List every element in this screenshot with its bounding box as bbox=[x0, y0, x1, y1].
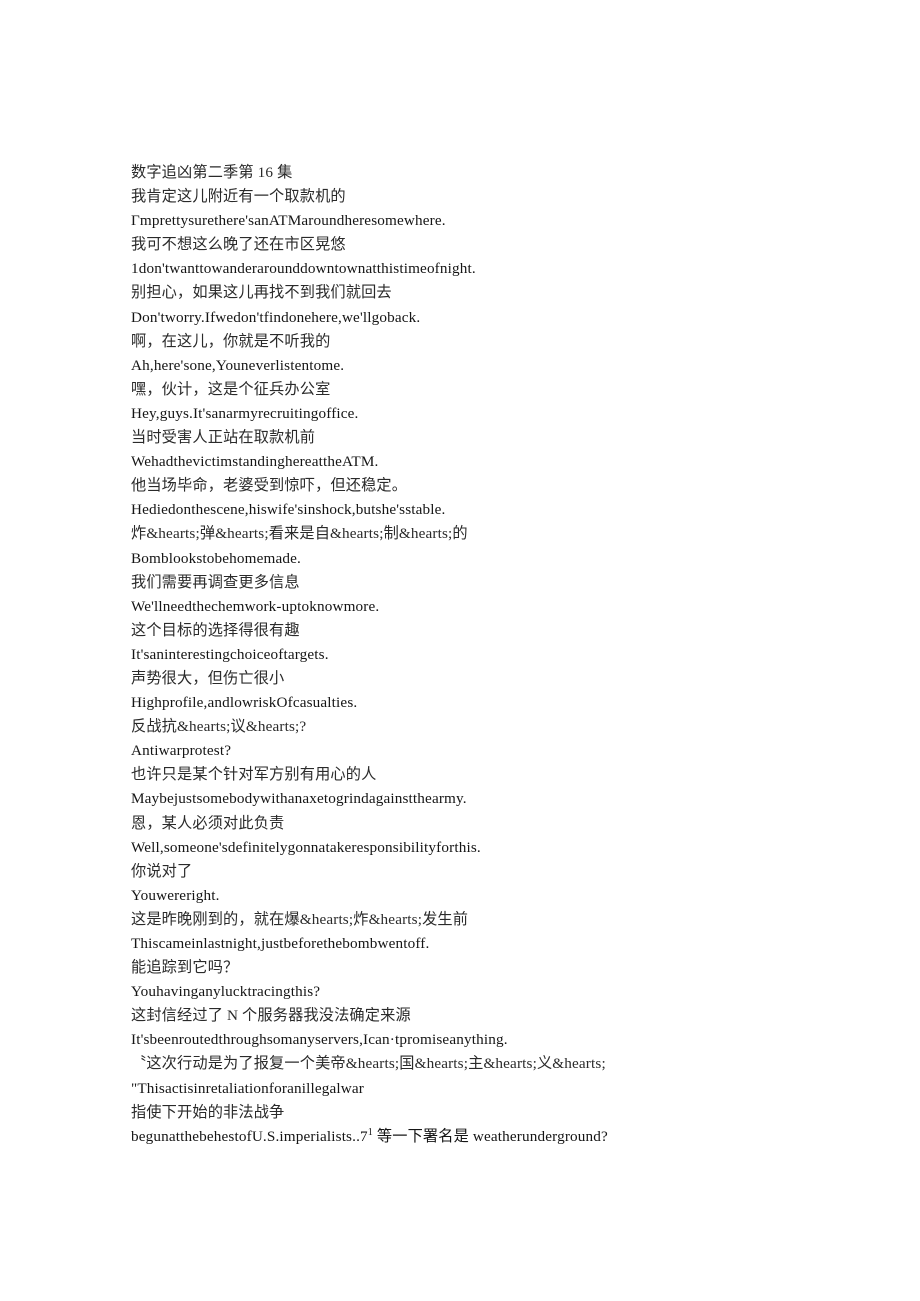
subtitle-line-cn-1: 我肯定这儿附近有一个取款机的 bbox=[131, 188, 346, 206]
subtitle-line-cn-13: 也许只是某个针对军方别有用心的人 bbox=[131, 766, 377, 784]
subtitle-line-cn-15: 你说对了 bbox=[131, 862, 193, 880]
subtitle-line-cn-16: 这是昨晚刚到的，就在爆&hearts;炸&hearts;发生前 bbox=[131, 910, 469, 928]
subtitle-line-en-17: Youhavinganylucktracingthis? bbox=[131, 983, 321, 1001]
subtitle-line-cn-9: 我们需要再调查更多信息 bbox=[131, 573, 300, 591]
subtitle-line-cn-12: 反战抗&hearts;议&hearts;? bbox=[131, 718, 307, 736]
subtitle-line-en-5: Hey,guys.It'sanarmyrecruitingoffice. bbox=[131, 404, 359, 422]
subtitle-line-en-14: Well,someone'sdefinitelygonnatakerespons… bbox=[131, 838, 481, 856]
subtitle-line-cn-18: 这封信经过了 N 个服务器我没法确定来源 bbox=[131, 1007, 411, 1025]
subtitle-line-en-13: Maybejustsomebodywithanaxetogrindagainst… bbox=[131, 790, 467, 808]
document-page: 数字追凶第二季第 16 集 我肯定这儿附近有一个取款机的 Γmprettysur… bbox=[0, 0, 920, 1301]
subtitle-line-en-15: Youwereright. bbox=[131, 886, 220, 904]
subtitle-line-cn-17: 能追踪到它吗？ bbox=[131, 959, 239, 977]
subtitle-line-en-10: It'saninterestingchoiceoftargets. bbox=[131, 645, 329, 663]
subtitle-line-en-1: Γmprettysurethere'sanATMaroundheresomewh… bbox=[131, 212, 446, 230]
subtitle-line-en-6: WehadthevictimstandinghereattheATM. bbox=[131, 453, 379, 471]
subtitle-line-cn-19: 〝这次行动是为了报复一个美帝&hearts;国&hearts;主&hearts;… bbox=[131, 1055, 606, 1073]
subtitle-line-cn-20: 指使下开始的非法战争 bbox=[131, 1103, 285, 1121]
subtitle-line-cn-2: 我可不想这么晚了还在市区晃悠 bbox=[131, 236, 346, 254]
subtitle-line-cn-14: 恩，某人必须对此负责 bbox=[131, 814, 285, 832]
subtitle-line-cn-7: 他当场毕命，老婆受到惊吓，但还稳定。 bbox=[131, 477, 408, 495]
subtitle-line-en-4: Ah,here'sone,Youneverlistentome. bbox=[131, 356, 345, 374]
subtitle-line-en-2: 1don'twanttowanderarounddowntownatthisti… bbox=[131, 260, 476, 278]
subtitle-line-en-19: "Thisactisinretaliationforanillegalwar bbox=[131, 1079, 364, 1097]
document-title: 数字追凶第二季第 16 集 bbox=[131, 164, 293, 181]
subtitle-line-en-11: Highprofile,andlowriskOfcasualties. bbox=[131, 694, 358, 712]
subtitle-line-cn-4: 啊，在这儿，你就是不听我的 bbox=[131, 332, 331, 350]
subtitle-line-cn-11: 声势很大，但伤亡很小 bbox=[131, 669, 285, 687]
subtitle-line-en-8: Bomblookstobehomemade. bbox=[131, 549, 301, 567]
subtitle-line-en-3: Don'tworry.Ifwedon'tfindonehere,we'llgob… bbox=[131, 308, 421, 326]
subtitle-line-cn-10: 这个目标的选择得很有趣 bbox=[131, 621, 300, 639]
subtitle-line-cn-8: 炸&hearts;弹&hearts;看来是自&hearts;制&hearts;的 bbox=[131, 525, 468, 543]
subtitle-line-final: begunatthebehestofU.S.imperialists..71 等… bbox=[131, 1125, 831, 1149]
subtitle-line-en-9: We'llneedthechemwork-uptoknowmore. bbox=[131, 597, 380, 615]
final-line-tail: 等一下署名是 weatherunderground? bbox=[372, 1127, 608, 1145]
subtitle-line-en-7: Hediedonthescene,hiswife'sinshock,butshe… bbox=[131, 501, 446, 519]
final-line-main: begunatthebehestofU.S.imperialists..7 bbox=[131, 1127, 368, 1145]
subtitle-line-en-12: Antiwarprotest? bbox=[131, 742, 232, 760]
subtitle-line-en-16: Thiscameinlastnight,justbeforethebombwen… bbox=[131, 935, 430, 952]
subtitle-line-cn-6: 当时受害人正站在取款机前 bbox=[131, 429, 316, 447]
subtitle-line-cn-3: 别担心，如果这儿再找不到我们就回去 bbox=[131, 284, 392, 302]
subtitle-line-cn-5: 嘿，伙计，这是个征兵办公室 bbox=[131, 380, 331, 398]
transcript-body: 数字追凶第二季第 16 集 我肯定这儿附近有一个取款机的 Γmprettysur… bbox=[131, 161, 831, 1149]
subtitle-line-en-18: It'sbeenroutedthroughsomanyservers,Ican·… bbox=[131, 1031, 508, 1049]
